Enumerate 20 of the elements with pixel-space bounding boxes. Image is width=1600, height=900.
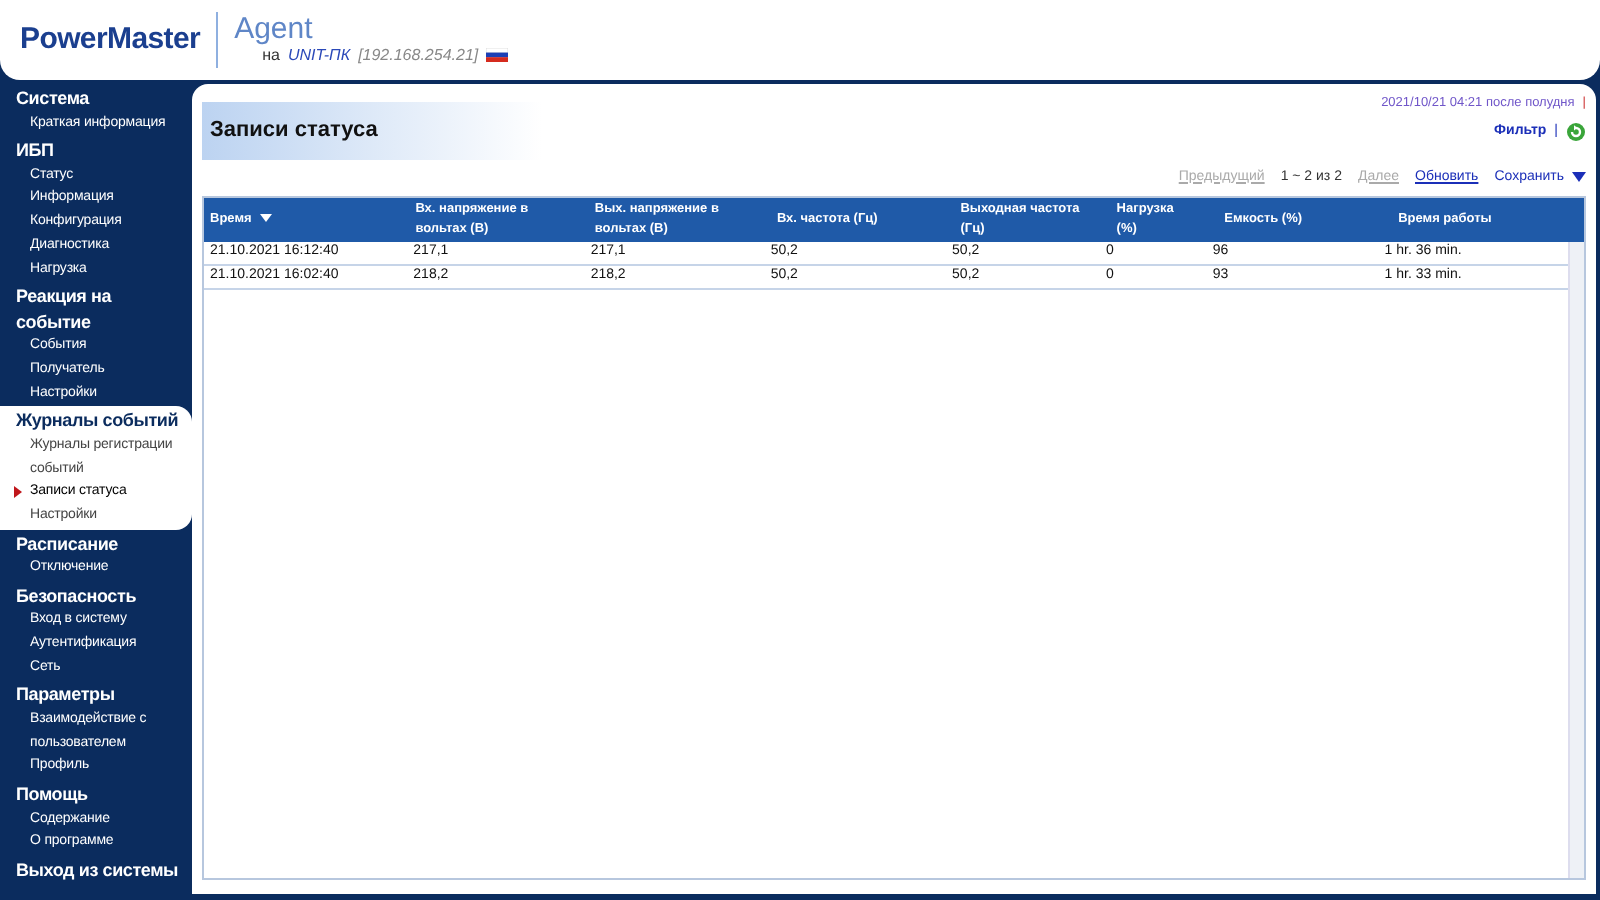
product-name: Agent <box>234 13 315 43</box>
ip-address: [192.168.254.21] <box>358 43 479 67</box>
menu-group[interactable]: Помощь <box>0 782 184 808</box>
menu-group[interactable]: Реакция на событие <box>0 284 184 335</box>
menu-group[interactable]: Безопасность <box>0 583 184 609</box>
menu-group[interactable]: ИБП <box>0 138 184 164</box>
refresh-icon[interactable] <box>1566 122 1586 142</box>
menu-group[interactable]: Параметры <box>0 682 184 708</box>
selected-marker-icon <box>14 486 22 499</box>
menu-group[interactable]: Журналы событий <box>0 408 184 434</box>
menu-group[interactable]: Расписание <box>0 531 184 557</box>
scrollbar[interactable] <box>1568 242 1584 878</box>
menu-group[interactable]: Выход из системы <box>0 857 184 883</box>
on-label: на <box>262 45 280 67</box>
menu-group[interactable]: Система <box>0 86 184 111</box>
logo-text: PowerMaster <box>20 19 201 60</box>
sort-icon <box>259 214 272 223</box>
caret-icon <box>1572 172 1586 183</box>
flag-icon <box>486 48 509 62</box>
host-link[interactable]: UNIT-ПК <box>287 43 351 67</box>
